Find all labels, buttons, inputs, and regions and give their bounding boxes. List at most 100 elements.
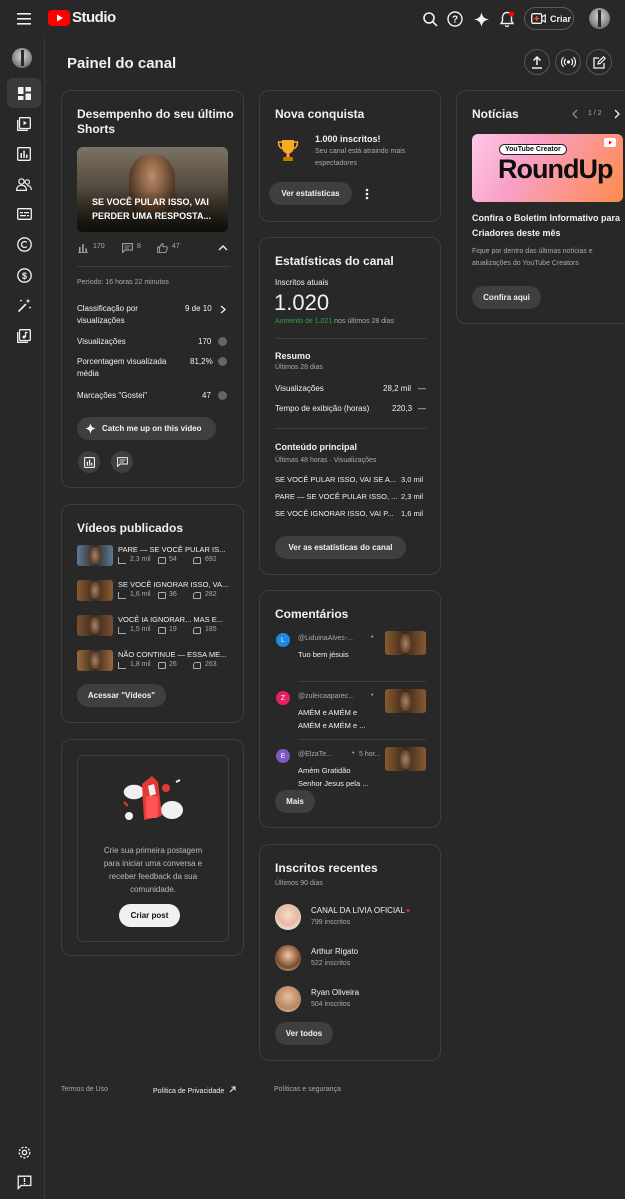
- top-content-title[interactable]: SE VOCÊ IGNORAR ISSO, VAI P...: [275, 509, 394, 518]
- studio-logo-text: Studio: [72, 9, 116, 26]
- top-content-title[interactable]: PARE — SE VOCÊ PULAR ISSO, ...: [275, 492, 397, 501]
- more-comments-button[interactable]: Mais: [275, 790, 315, 813]
- comment-video-thumbnail[interactable]: [385, 747, 426, 771]
- create-post-button[interactable]: [586, 49, 612, 75]
- info-icon[interactable]: [218, 391, 227, 400]
- upload-button[interactable]: [524, 49, 550, 75]
- comment-author-avatar[interactable]: Z: [276, 691, 290, 705]
- comment-author-avatar[interactable]: E: [276, 749, 290, 763]
- comment-video-thumbnail[interactable]: [385, 631, 426, 655]
- collapse-chevron-icon[interactable]: [218, 244, 228, 251]
- video-title[interactable]: VOCÊ IA IGNORAR... MAS E...: [118, 615, 223, 624]
- video-thumbnail[interactable]: [77, 650, 113, 671]
- create-post-cta-label: Criar post: [130, 911, 169, 920]
- comment-author[interactable]: @LiduinaAlves-...: [298, 635, 353, 642]
- sidebar-item-settings[interactable]: [7, 1137, 41, 1167]
- channel-stats-card: Estatísticas do canal Inscritos atuais 1…: [259, 237, 441, 575]
- create-button[interactable]: Criar: [524, 7, 574, 30]
- video-thumbnail[interactable]: [77, 545, 113, 566]
- sparkle-icon: [85, 423, 96, 434]
- account-avatar[interactable]: [589, 8, 610, 29]
- shorts-card-title-2: Shorts: [77, 122, 116, 136]
- subscriber-avatar[interactable]: [275, 986, 301, 1012]
- subscriber-avatar[interactable]: [275, 904, 301, 930]
- shorts-overlay-line1: SE VOCÊ PULAR ISSO, VAI: [92, 197, 209, 207]
- sidebar-item-analytics[interactable]: [7, 139, 41, 169]
- svg-text:?: ?: [452, 15, 458, 26]
- subscriber-count: 522 inscritos: [311, 960, 351, 967]
- view-stats-button[interactable]: Ver estatísticas: [269, 182, 352, 205]
- help-icon[interactable]: ?: [445, 9, 465, 29]
- sidebar-item-copyright[interactable]: [7, 229, 41, 259]
- notifications-icon[interactable]: [496, 8, 518, 30]
- info-icon[interactable]: [218, 357, 227, 366]
- create-post-text-line: comunidade.: [130, 885, 176, 894]
- news-body-2: atualizações do YouTube Creators: [472, 260, 579, 267]
- search-icon[interactable]: [420, 9, 440, 29]
- views-label: Visualizações: [77, 337, 126, 346]
- go-live-button[interactable]: [555, 49, 581, 75]
- summary-views-trend: —: [418, 384, 426, 393]
- video-thumbnail[interactable]: [77, 615, 113, 636]
- info-icon[interactable]: [218, 337, 227, 346]
- view-all-subscribers-button[interactable]: Ver todos: [275, 1022, 333, 1045]
- video-title[interactable]: PARE — SE VOCÊ PULAR IS...: [118, 545, 225, 554]
- video-likes-icon: [193, 627, 201, 634]
- subscriber-name[interactable]: Ryan Oliveira: [311, 988, 359, 997]
- shorts-thumbnail[interactable]: SE VOCÊ PULAR ISSO, VAI PERDER UMA RESPO…: [77, 147, 228, 232]
- sparkle-icon[interactable]: [471, 9, 491, 29]
- upload-icon: [532, 55, 542, 69]
- chevron-right-icon[interactable]: [220, 305, 226, 314]
- subscriber-avatar[interactable]: [275, 945, 301, 971]
- channel-analytics-button[interactable]: Ver as estatísticas do canal: [275, 536, 406, 559]
- subscriber-count: 799 inscritos: [311, 919, 351, 926]
- subscriber-name[interactable]: CANAL DA LIVIA OFICIAL♥: [311, 906, 410, 915]
- analytics-shortcut-button[interactable]: [78, 451, 100, 473]
- sidebar-item-audio-library[interactable]: [7, 321, 41, 351]
- comment-author-avatar[interactable]: L: [276, 633, 290, 647]
- people-icon: [16, 177, 32, 191]
- menu-icon[interactable]: [14, 10, 34, 28]
- subscriber-name-label: Arthur Rigato: [311, 947, 359, 956]
- channel-avatar[interactable]: [12, 48, 32, 68]
- sidebar-item-community[interactable]: [7, 169, 41, 199]
- subscriber-name-label: Ryan Oliveira: [311, 988, 360, 997]
- create-post-text-line: para iniciar uma conversa e: [103, 859, 203, 868]
- summary-subtitle: Últimos 28 dias: [275, 364, 323, 371]
- video-title[interactable]: SE VOCÊ IGNORAR ISSO, VA...: [118, 580, 228, 589]
- subscriber-name[interactable]: Arthur Rigato: [311, 947, 358, 956]
- comment-video-thumbnail[interactable]: [385, 689, 426, 713]
- catch-me-up-button[interactable]: Catch me up on this video: [77, 417, 216, 440]
- top-content-title: Conteúdo principal: [275, 442, 357, 452]
- video-likes: 263: [205, 661, 217, 668]
- comment-divider: [298, 681, 426, 682]
- comment-text: Amém Gratidão: [298, 766, 351, 775]
- terms-link[interactable]: Termos de Uso: [61, 1086, 108, 1093]
- comments-shortcut-button[interactable]: [111, 451, 133, 473]
- news-card: Notícias 1 / 2 YouTube Creator RoundUp C…: [456, 90, 625, 324]
- privacy-link[interactable]: Política de Privacidade: [153, 1086, 236, 1095]
- sidebar-item-customization[interactable]: [7, 290, 41, 320]
- next-news-icon[interactable]: [614, 109, 620, 119]
- policies-link[interactable]: Políticas e segurança: [274, 1086, 341, 1093]
- video-thumbnail[interactable]: [77, 580, 113, 601]
- comment-author[interactable]: @zuleicaaparec...: [298, 693, 354, 700]
- go-to-videos-button[interactable]: Acessar "Vídeos": [77, 684, 166, 707]
- shorts-performance-card: Desempenho do seu último Shorts SE VOCÊ …: [61, 90, 244, 488]
- comment-author[interactable]: @ElzaTe...: [298, 751, 332, 758]
- previous-news-icon[interactable]: [572, 109, 578, 119]
- video-title[interactable]: NÃO CONTINUE — ESSA ME...: [118, 650, 226, 659]
- sidebar-item-feedback[interactable]: [7, 1167, 41, 1197]
- news-cta-button[interactable]: Confira aqui: [472, 286, 541, 309]
- sidebar-item-subtitles[interactable]: [7, 199, 41, 229]
- video-views: 1,6 mil: [130, 591, 151, 598]
- growth-rest: nos últimos 28 dias: [334, 318, 395, 325]
- create-post-cta-button[interactable]: Criar post: [119, 904, 180, 927]
- sidebar-item-dashboard[interactable]: [7, 78, 41, 108]
- studio-logo[interactable]: Studio: [48, 9, 116, 29]
- more-options-icon[interactable]: [365, 188, 369, 200]
- top-content-title[interactable]: SE VOCÊ PULAR ISSO, VAI SE A...: [275, 475, 396, 484]
- news-banner[interactable]: YouTube Creator RoundUp: [472, 134, 623, 202]
- sidebar-item-earn[interactable]: $: [7, 260, 41, 290]
- sidebar-item-content[interactable]: [7, 109, 41, 139]
